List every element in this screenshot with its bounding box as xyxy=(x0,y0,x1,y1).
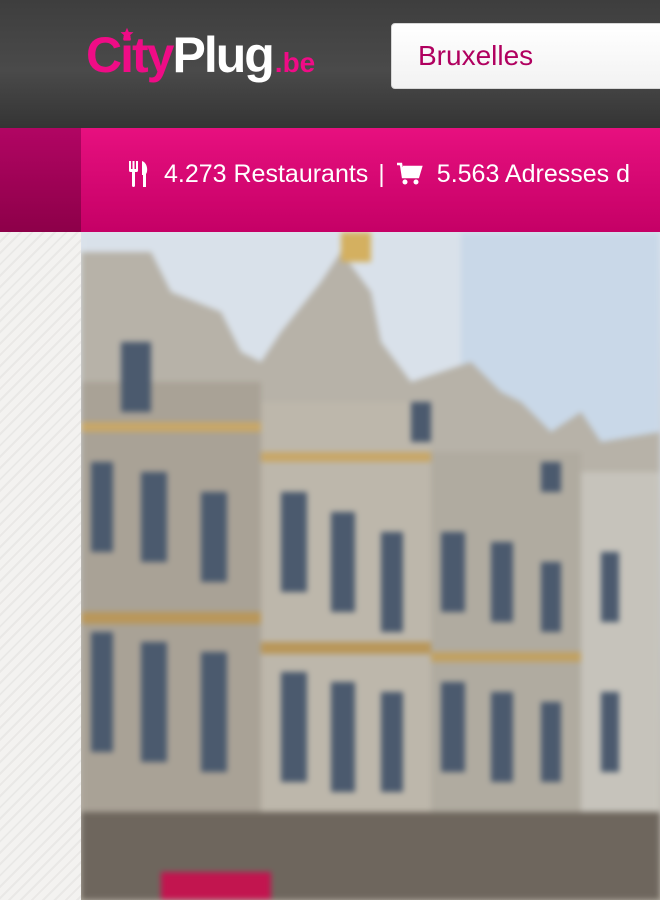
cityplug-logo[interactable]: City Plug .be xyxy=(86,26,315,90)
hero-image xyxy=(81,232,660,900)
stats-line: 4.273 Restaurants | 5.563 Adresses d xyxy=(128,156,630,192)
star-icon xyxy=(120,27,134,40)
fork-knife-icon xyxy=(129,161,148,187)
shopping-cart-icon xyxy=(396,162,423,185)
logo-plug-text: Plug xyxy=(172,27,274,83)
addresses-count[interactable]: 5.563 Adresses d xyxy=(437,160,630,189)
stats-band-left-accent xyxy=(0,128,81,232)
sidebar-background xyxy=(0,232,81,900)
logo-tld-text: .be xyxy=(274,47,316,78)
top-header: City Plug .be Bruxelles xyxy=(0,0,660,128)
city-selector-value: Bruxelles xyxy=(418,40,534,71)
grand-place-building-illustration xyxy=(81,232,660,900)
city-selector[interactable]: Bruxelles xyxy=(391,23,660,89)
restaurants-count[interactable]: 4.273 Restaurants xyxy=(164,160,368,189)
stats-separator: | xyxy=(378,159,385,188)
